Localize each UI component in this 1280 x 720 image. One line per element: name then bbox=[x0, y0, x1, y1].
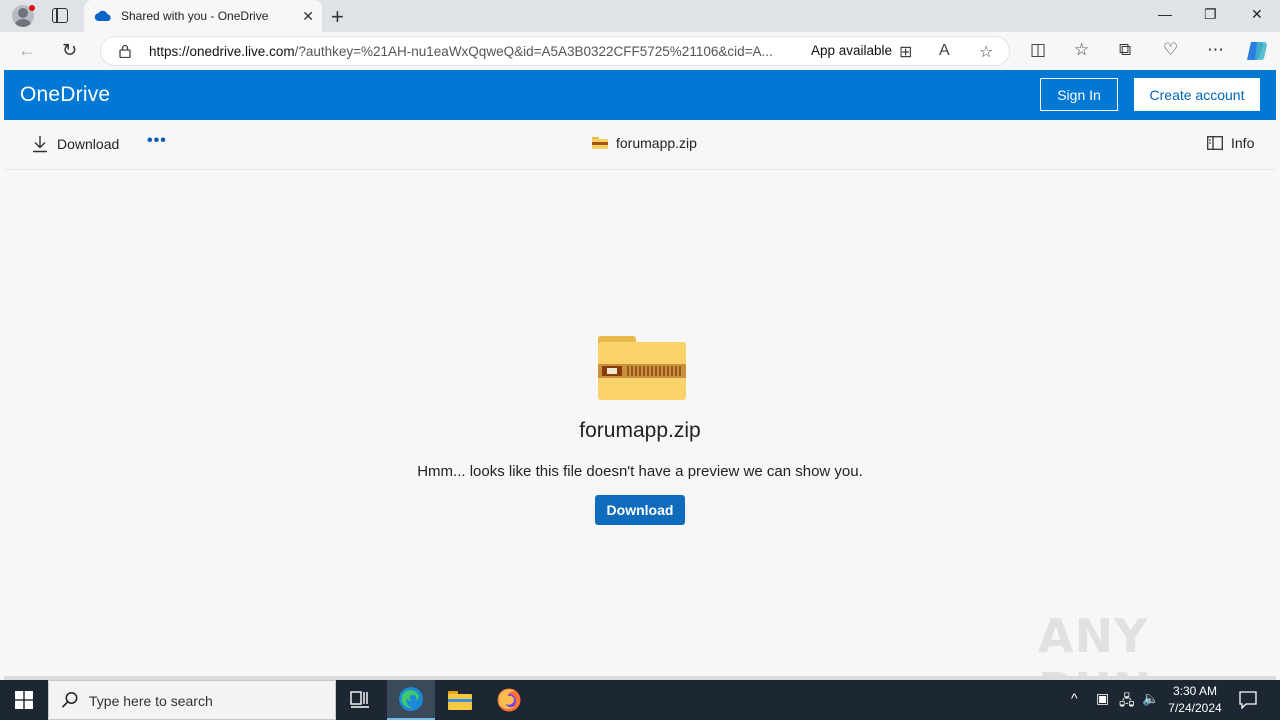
close-window-button[interactable]: ✕ bbox=[1251, 6, 1263, 23]
lock-icon bbox=[119, 44, 131, 58]
split-screen-icon[interactable]: ◫ bbox=[1030, 40, 1046, 60]
file-explorer-icon bbox=[448, 691, 472, 710]
search-placeholder: Type here to search bbox=[89, 693, 213, 709]
taskbar-edge-button[interactable] bbox=[387, 680, 435, 720]
zip-folder-icon bbox=[598, 336, 686, 400]
commandbar-file-name: forumapp.zip bbox=[592, 135, 697, 151]
onedrive-brand[interactable]: OneDrive bbox=[20, 83, 110, 107]
app-available-label[interactable]: App available bbox=[811, 43, 892, 58]
app-install-icon[interactable]: ⊞ bbox=[899, 42, 912, 62]
back-arrow-icon[interactable]: ← bbox=[18, 40, 36, 61]
settings-more-icon[interactable]: ⋯ bbox=[1207, 40, 1224, 60]
taskbar-search-box[interactable]: Type here to search bbox=[48, 680, 336, 720]
url-host: https://onedrive.live.com bbox=[149, 44, 295, 59]
clock-time: 3:30 AM bbox=[1172, 684, 1218, 698]
address-bar[interactable]: https://onedrive.live.com/?authkey=%21AH… bbox=[100, 36, 1010, 66]
url-text[interactable]: https://onedrive.live.com/?authkey=%21AH… bbox=[149, 44, 799, 59]
meet-now-icon[interactable]: ▣ bbox=[1096, 690, 1109, 707]
copilot-icon[interactable] bbox=[1245, 40, 1269, 62]
taskbar-clock[interactable]: 3:30 AM 7/24/2024 bbox=[1164, 683, 1226, 717]
task-view-button[interactable] bbox=[336, 680, 384, 720]
network-icon[interactable]: 🖧 bbox=[1119, 690, 1135, 714]
create-account-button[interactable]: Create account bbox=[1134, 78, 1260, 111]
info-icon bbox=[1207, 136, 1223, 150]
notifications-icon[interactable] bbox=[1239, 691, 1257, 709]
command-bar: Download ••• forumapp.zip Info bbox=[4, 120, 1276, 170]
info-label: Info bbox=[1231, 135, 1255, 151]
browser-tab-strip: Shared with you - OneDrive ✕ + — ❐ ✕ bbox=[0, 0, 1280, 32]
minimize-button[interactable]: — bbox=[1158, 6, 1172, 22]
commandbar-download-button[interactable]: Download bbox=[32, 135, 119, 153]
onedrive-header: OneDrive Sign In Create account bbox=[4, 70, 1276, 120]
clock-date: 7/24/2024 bbox=[1168, 701, 1222, 715]
url-path: /?authkey=%21AH-nu1eaWxQqweQ&id=A5A3B032… bbox=[294, 44, 773, 59]
zip-folder-icon bbox=[592, 137, 608, 149]
no-preview-message: Hmm... looks like this file doesn't have… bbox=[417, 463, 863, 480]
profile-notification-dot bbox=[29, 5, 35, 11]
search-icon bbox=[61, 692, 78, 708]
onedrive-cloud-icon bbox=[94, 10, 111, 21]
start-button[interactable] bbox=[0, 680, 48, 720]
commandbar-file-label: forumapp.zip bbox=[616, 135, 697, 151]
new-tab-button[interactable]: + bbox=[331, 4, 344, 30]
browser-tab-onedrive[interactable]: Shared with you - OneDrive ✕ bbox=[84, 0, 322, 32]
download-icon bbox=[33, 136, 47, 153]
tab-actions-icon[interactable] bbox=[52, 8, 68, 23]
maximize-button[interactable]: ❐ bbox=[1204, 6, 1217, 23]
windows-taskbar: Type here to search ^ ▣ 🖧 🔈 3:30 AM 7/24… bbox=[0, 680, 1280, 720]
taskbar-file-explorer-button[interactable] bbox=[436, 680, 484, 720]
sign-in-button[interactable]: Sign In bbox=[1040, 78, 1118, 111]
taskbar-firefox-button[interactable] bbox=[485, 680, 533, 720]
favorites-icon[interactable]: ☆ bbox=[1074, 40, 1089, 60]
tab-title: Shared with you - OneDrive bbox=[121, 9, 269, 23]
volume-icon[interactable]: 🔈 bbox=[1142, 690, 1159, 707]
favorite-star-icon[interactable]: ☆ bbox=[979, 42, 993, 62]
browser-essentials-icon[interactable]: ♡ bbox=[1163, 40, 1178, 60]
tab-close-icon[interactable]: ✕ bbox=[302, 8, 314, 25]
task-view-icon bbox=[350, 691, 369, 708]
read-aloud-icon[interactable]: A bbox=[939, 42, 950, 60]
more-options-button[interactable]: ••• bbox=[147, 132, 167, 150]
commandbar-download-label: Download bbox=[57, 136, 120, 152]
collections-icon[interactable]: ⧉ bbox=[1119, 40, 1131, 60]
info-button[interactable]: Info bbox=[1207, 135, 1254, 151]
download-button[interactable]: Download bbox=[595, 495, 685, 525]
firefox-icon bbox=[497, 688, 521, 712]
preview-file-name: forumapp.zip bbox=[579, 419, 701, 442]
show-hidden-icons-chevron-icon[interactable]: ^ bbox=[1071, 690, 1078, 706]
edge-icon bbox=[399, 687, 423, 711]
file-preview-area: forumapp.zip Hmm... looks like this file… bbox=[4, 171, 1276, 717]
windows-start-icon bbox=[15, 691, 33, 709]
refresh-icon[interactable]: ↻ bbox=[62, 40, 77, 61]
